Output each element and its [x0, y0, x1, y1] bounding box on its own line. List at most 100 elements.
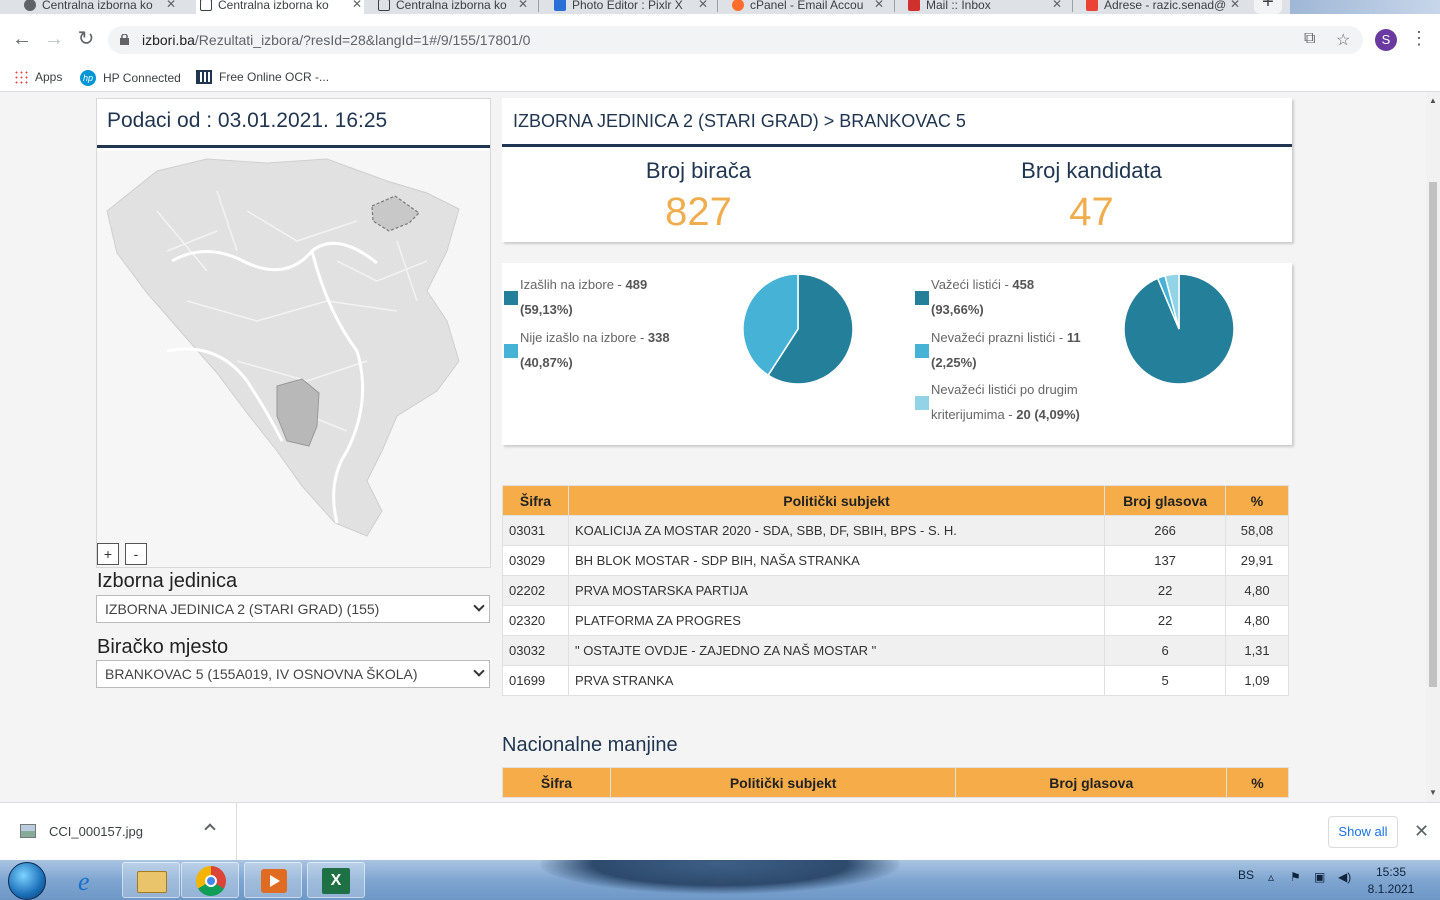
reload-icon[interactable]: ↻ [74, 28, 98, 52]
close-icon[interactable]: ✕ [518, 0, 528, 11]
volume-icon[interactable]: ◀) [1338, 870, 1351, 884]
hp-logo-icon: hp [80, 70, 96, 86]
electoral-unit-select[interactable]: IZBORNA JEDINICA 2 (STARI GRAD) (155) [96, 595, 490, 623]
legend-turnout-voted: Izašlih na izbore - 489 (59,13%) [520, 277, 648, 317]
row-votes: 266 [1104, 515, 1227, 546]
zoom-in-button[interactable]: + [97, 543, 119, 565]
scroll-up-icon[interactable]: ▲ [1429, 96, 1437, 105]
chevron-up-icon[interactable]: ▵ [1268, 870, 1274, 884]
bih-map[interactable] [97, 151, 490, 567]
show-all-button[interactable]: Show all [1328, 816, 1398, 848]
legend-invalid-blank: Nevažeći prazni listići - 11 (2,25%) [931, 330, 1081, 370]
flag-icon[interactable]: ⚑ [1290, 870, 1301, 884]
zoom-out-button[interactable]: - [125, 543, 147, 565]
back-arrow-icon[interactable]: ← [10, 28, 34, 52]
page-scrollbar[interactable]: ▲ ▼ [1426, 92, 1440, 802]
col-party[interactable]: Politički subjekt [609, 767, 957, 798]
close-icon[interactable]: ✕ [1414, 821, 1429, 842]
row-percent: 58,08 [1225, 515, 1289, 546]
language-indicator[interactable]: BS [1238, 868, 1254, 882]
table-row: 02320 PLATFORMA ZA PROGRES 22 4,80 [502, 605, 1289, 636]
tab-title: Centralna izborna ko [396, 0, 507, 12]
close-icon[interactable]: ✕ [698, 0, 708, 11]
row-code: 03029 [502, 545, 569, 576]
download-filename: CCI_000157.jpg [49, 824, 143, 839]
bookmark-apps[interactable]: Apps [14, 70, 62, 84]
download-bar: CCI_000157.jpg Show all ✕ [0, 802, 1440, 861]
star-icon[interactable]: ☆ [1336, 30, 1350, 50]
row-percent: 29,91 [1225, 545, 1289, 576]
row-votes: 6 [1104, 635, 1227, 666]
row-code: 01699 [502, 665, 569, 696]
scrollbar-thumb[interactable] [1429, 182, 1437, 687]
translate-icon[interactable]: ⧉ [1304, 30, 1315, 48]
table-row: 02202 PRVA MOSTARSKA PARTIJA 22 4,80 [502, 575, 1289, 606]
col-code[interactable]: Šifra [502, 485, 569, 516]
bih-map-svg [106, 158, 460, 537]
tab-title: Centralna izborna ko [42, 0, 153, 12]
col-percent[interactable]: % [1226, 767, 1289, 798]
start-button[interactable] [8, 862, 46, 900]
col-percent[interactable]: % [1225, 485, 1289, 516]
col-votes[interactable]: Broj glasova [955, 767, 1228, 798]
excel-icon: X [322, 868, 350, 894]
row-percent: 1,31 [1225, 635, 1289, 666]
clock[interactable]: 15:35 8.1.2021 [1366, 864, 1416, 898]
profile-avatar[interactable]: S [1375, 29, 1397, 51]
address-bar[interactable]: izbori.ba/Rezultati_izbora/?resId=28&lan… [108, 26, 1363, 54]
scroll-down-icon[interactable]: ▼ [1429, 788, 1437, 797]
windows-taskbar: e X BS ▵ ⚑ ▣ ◀) 15:35 8.1.2021 [0, 860, 1440, 900]
download-item[interactable]: CCI_000157.jpg [0, 803, 237, 861]
apps-grid-icon [14, 70, 28, 84]
table-row: 03029 BH BLOK MOSTAR - SDP BIH, NAŠA STR… [502, 545, 1289, 576]
electoral-unit-label: Izborna jedinica [97, 570, 238, 592]
image-file-icon [20, 824, 36, 838]
taskbar-explorer[interactable] [122, 862, 180, 898]
taskbar-media-player[interactable] [244, 862, 302, 898]
tab-centralna-3[interactable]: Centralna izborna ko ✕ [374, 0, 530, 14]
tab-gmail[interactable]: Adrese - razic.senad@ ✕ [1082, 0, 1242, 14]
row-code: 03032 [502, 635, 569, 666]
row-code: 03031 [502, 515, 569, 546]
tab-centralna-1[interactable]: Centralna izborna ko ✕ [20, 0, 178, 14]
mail-icon [908, 0, 920, 11]
legend-valid-ballots: Važeći listići - 458 (93,66%) [931, 277, 1035, 317]
forward-arrow-icon[interactable]: → [42, 28, 66, 52]
bookmarks-bar: Apps hp HP Connected Free Online OCR -..… [0, 64, 1440, 92]
table-header: Šifra Politički subjekt Broj glasova % [502, 485, 1289, 516]
table-row: 01699 PRVA STRANKA 5 1,09 [502, 665, 1289, 696]
page-content: Podaci od : 03.01.2021. 16:25 + - Izborn… [0, 92, 1426, 802]
legend-turnout-not-voted: Nije izašlo na izbore - 338 (40,87%) [520, 330, 670, 370]
close-icon[interactable]: ✕ [1230, 0, 1240, 11]
legend-swatch [915, 291, 929, 305]
row-party: " OSTAJTE OVDJE - ZAJEDNO ZA NAŠ MOSTAR … [567, 635, 1106, 666]
chevron-up-icon[interactable] [204, 823, 216, 835]
menu-icon[interactable]: ⋮ [1410, 28, 1428, 49]
tab-title: Centralna izborna ko [218, 0, 329, 12]
ballots-pie-chart [1123, 273, 1235, 385]
bookmark-hp-connected[interactable]: hp HP Connected [80, 70, 181, 86]
checkbox-icon [200, 0, 212, 11]
row-votes: 22 [1104, 605, 1227, 636]
bookmark-free-ocr[interactable]: Free Online OCR -... [196, 70, 329, 84]
tab-mail[interactable]: Mail :: Inbox ✕ [904, 0, 1064, 14]
globe-icon [24, 0, 36, 11]
row-party: PRVA STRANKA [567, 665, 1106, 696]
col-votes[interactable]: Broj glasova [1104, 485, 1227, 516]
col-party[interactable]: Politički subjekt [567, 485, 1106, 516]
row-votes: 137 [1104, 545, 1227, 576]
new-tab-button[interactable]: + [1254, 0, 1282, 14]
taskbar-excel[interactable]: X [307, 862, 365, 898]
network-icon[interactable]: ▣ [1314, 870, 1325, 884]
polling-station-select[interactable]: BRANKOVAC 5 (155A019, IV OSNOVNA ŠKOLA) [96, 660, 490, 688]
tab-cpanel[interactable]: cPanel - Email Accou ✕ [728, 0, 886, 14]
close-icon[interactable]: ✕ [874, 0, 884, 11]
close-icon[interactable]: ✕ [352, 0, 362, 11]
tab-centralna-2[interactable]: Centralna izborna ko ✕ [196, 0, 364, 14]
taskbar-ie[interactable]: e [62, 862, 120, 898]
tab-pixlr[interactable]: Photo Editor : Pixlr X ✕ [550, 0, 710, 14]
col-code[interactable]: Šifra [502, 767, 611, 798]
close-icon[interactable]: ✕ [166, 0, 176, 11]
close-icon[interactable]: ✕ [1052, 0, 1062, 11]
taskbar-chrome[interactable] [181, 862, 239, 898]
